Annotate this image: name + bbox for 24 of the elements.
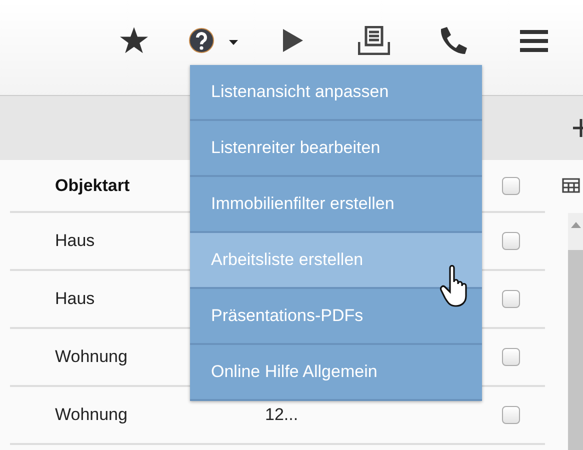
star-icon[interactable] (120, 27, 148, 54)
checkbox[interactable] (502, 232, 520, 250)
menu-item[interactable]: Arbeitsliste erstellen (190, 233, 482, 289)
help-icon[interactable] (189, 26, 214, 55)
checkbox[interactable] (502, 348, 520, 366)
play-icon[interactable] (283, 29, 303, 52)
table-cell-text: Haus (54, 230, 96, 252)
table-cell-text: Wohnung (54, 346, 128, 368)
table-cell-text: Wohnung (54, 404, 128, 426)
scrollbar[interactable] (568, 213, 583, 450)
menu-item[interactable]: Listenansicht anpassen (190, 65, 482, 121)
grid-icon[interactable] (562, 178, 580, 193)
phone-icon[interactable] (438, 26, 468, 56)
table-cell: 12... (265, 405, 298, 424)
checkbox[interactable] (502, 406, 520, 424)
caret-icon[interactable] (229, 40, 238, 45)
table-cell-text: Haus (54, 288, 96, 310)
menu-item[interactable]: Listenreiter bearbeiten (190, 121, 482, 177)
checkbox[interactable] (502, 176, 520, 194)
menu-item[interactable]: Online Hilfe Allgemein (190, 345, 482, 401)
checkbox[interactable] (502, 290, 520, 308)
plus-icon[interactable] (572, 119, 583, 137)
printer-icon[interactable] (358, 26, 390, 55)
menu-icon[interactable] (520, 30, 548, 52)
